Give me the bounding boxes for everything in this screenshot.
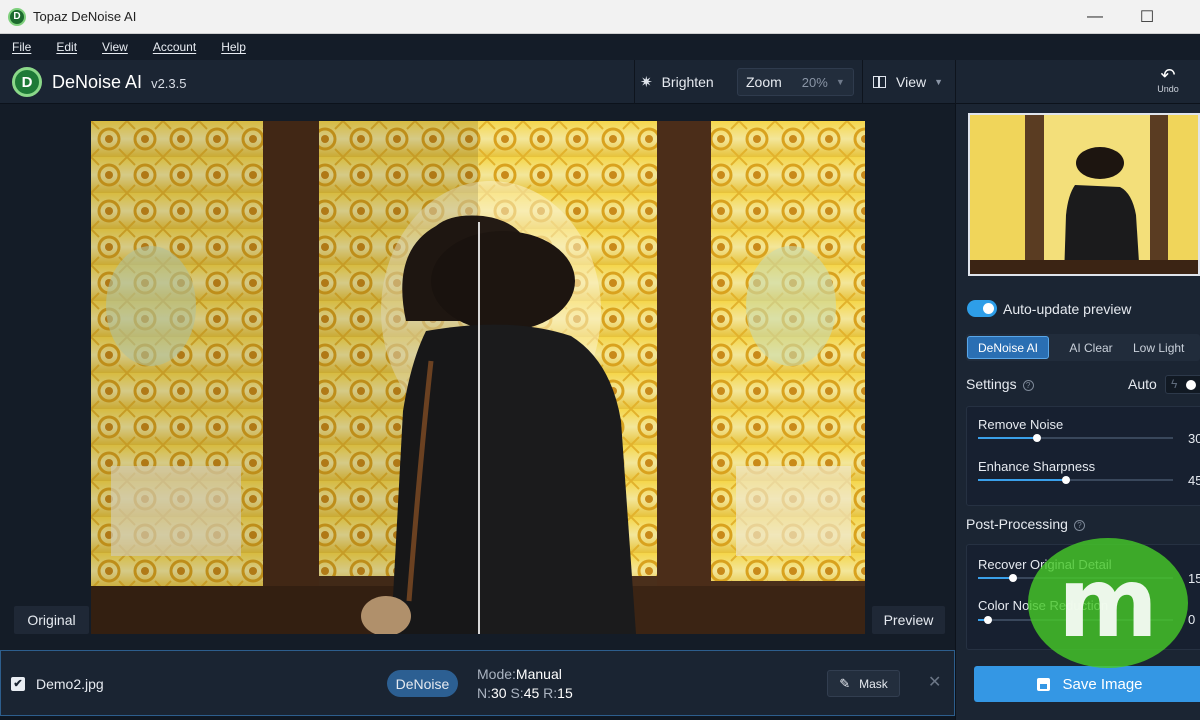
minimize-icon[interactable]: — <box>1072 0 1118 34</box>
file-checkbox[interactable]: ✔ <box>11 677 25 691</box>
original-label: Original <box>14 606 89 634</box>
app-name: DeNoise AI v2.3.5 <box>52 72 186 93</box>
model-badge: DeNoise <box>387 670 458 697</box>
menu-bar: File Edit View Account Help <box>0 34 1200 60</box>
brand-logo-icon: D <box>12 67 42 97</box>
toolbar-divider <box>634 60 635 104</box>
app-name-text: DeNoise AI <box>52 72 143 92</box>
enhance-sharpness-slider[interactable] <box>978 476 1173 484</box>
enhance-sharpness-label: Enhance Sharpness <box>978 459 1096 474</box>
slider-knob[interactable] <box>1032 434 1041 442</box>
slider-knob[interactable] <box>983 616 992 624</box>
chevron-down-icon: ▼ <box>934 77 944 87</box>
maximize-icon[interactable]: ☐ <box>1124 0 1170 34</box>
zoom-value: 20% <box>801 74 828 90</box>
watermark-logo: m <box>1028 538 1188 668</box>
mode-value: Manual <box>515 666 562 682</box>
s-key: S: <box>510 685 524 701</box>
brighten-label: Brighten <box>661 74 714 90</box>
slider-knob[interactable] <box>1061 476 1070 484</box>
settings-title-text: Settings <box>966 376 1017 392</box>
r-key: R: <box>543 685 558 701</box>
app-logo-icon: D <box>8 7 26 26</box>
post-processing-title-text: Post-Processing <box>966 516 1068 532</box>
lightning-icon: ϟ <box>1171 377 1178 391</box>
n-value: 30 <box>491 685 507 701</box>
post-processing-title: Post-Processing? <box>966 516 1085 532</box>
remove-noise-slider[interactable] <box>978 434 1173 442</box>
menu-file[interactable]: File <box>12 40 31 54</box>
mask-button[interactable]: ✎ Mask <box>827 670 900 697</box>
r-value: 15 <box>557 685 573 701</box>
mask-label: Mask <box>859 676 888 691</box>
chevron-down-icon: ▼ <box>835 77 845 87</box>
remove-noise-value: 30 <box>1188 431 1200 446</box>
slider-fill <box>978 577 1014 579</box>
window-title: Topaz DeNoise AI <box>33 9 137 24</box>
menu-help[interactable]: Help <box>221 40 246 54</box>
split-divider[interactable] <box>478 222 480 634</box>
remove-noise-label: Remove Noise <box>978 417 1064 432</box>
zoom-label: Zoom <box>746 74 782 90</box>
title-bar: D Topaz DeNoise AI — ☐ <box>0 0 1200 34</box>
auto-update-toggle[interactable] <box>967 300 997 317</box>
preview-label: Preview <box>872 606 945 634</box>
tab-low-light[interactable]: Low Light <box>1133 336 1199 359</box>
view-label: View <box>896 74 927 90</box>
settings-summary: N:30 S:45 R:15 <box>477 685 573 701</box>
undo-icon: ↶ <box>1160 65 1176 85</box>
undo-button[interactable]: ↶ Undo <box>1153 66 1183 94</box>
view-dropdown[interactable]: View ▼ <box>873 60 943 104</box>
brighten-button[interactable]: ✷ Brighten <box>640 60 714 104</box>
slider-fill <box>978 479 1066 481</box>
file-name: Demo2.jpg <box>36 676 104 692</box>
toolbar: D DeNoise AI v2.3.5 ✷ Brighten Zoom 20% … <box>0 60 1200 104</box>
recover-detail-value: 15 <box>1188 571 1200 586</box>
enhance-sharpness-value: 45 <box>1188 473 1200 488</box>
navigator-thumbnail[interactable] <box>968 113 1200 276</box>
close-icon[interactable]: ✕ <box>928 672 941 692</box>
toolbar-divider <box>862 60 863 104</box>
auto-update-label: Auto-update preview <box>1003 301 1132 317</box>
menu-account[interactable]: Account <box>153 40 196 54</box>
auto-label: Auto <box>1128 376 1157 392</box>
auto-toggle[interactable]: ϟ <box>1165 375 1200 394</box>
undo-label: Undo <box>1157 84 1179 94</box>
settings-title: Settings? <box>966 376 1034 392</box>
n-key: N: <box>477 685 491 701</box>
menu-view[interactable]: View <box>102 40 128 54</box>
model-tabs: DeNoise AI AI Clear Low Light <box>966 334 1200 361</box>
save-image-button[interactable]: Save Image <box>974 666 1200 702</box>
mode-key: Mode: <box>477 666 516 682</box>
save-image-label: Save Image <box>1062 675 1143 693</box>
zoom-dropdown[interactable]: Zoom 20% ▼ <box>737 68 854 96</box>
help-icon[interactable]: ? <box>1073 519 1085 531</box>
slider-fill <box>978 437 1037 439</box>
disk-icon <box>1037 677 1051 691</box>
tab-denoise-ai[interactable]: DeNoise AI <box>967 336 1049 359</box>
brush-icon: ✎ <box>839 675 851 691</box>
split-view-icon <box>873 76 886 88</box>
file-bar <box>0 650 955 716</box>
help-icon[interactable]: ? <box>1022 379 1034 391</box>
menu-edit[interactable]: Edit <box>56 40 77 54</box>
tab-ai-clear[interactable]: AI Clear <box>1049 336 1133 359</box>
app-version: v2.3.5 <box>151 76 187 91</box>
toggle-knob <box>1186 380 1196 390</box>
sun-icon: ✷ <box>640 74 653 91</box>
mode-info: Mode:Manual <box>477 666 562 682</box>
s-value: 45 <box>523 685 540 701</box>
color-noise-value: 0 <box>1188 612 1196 627</box>
toggle-knob <box>983 303 994 314</box>
toolbar-divider <box>955 60 956 104</box>
